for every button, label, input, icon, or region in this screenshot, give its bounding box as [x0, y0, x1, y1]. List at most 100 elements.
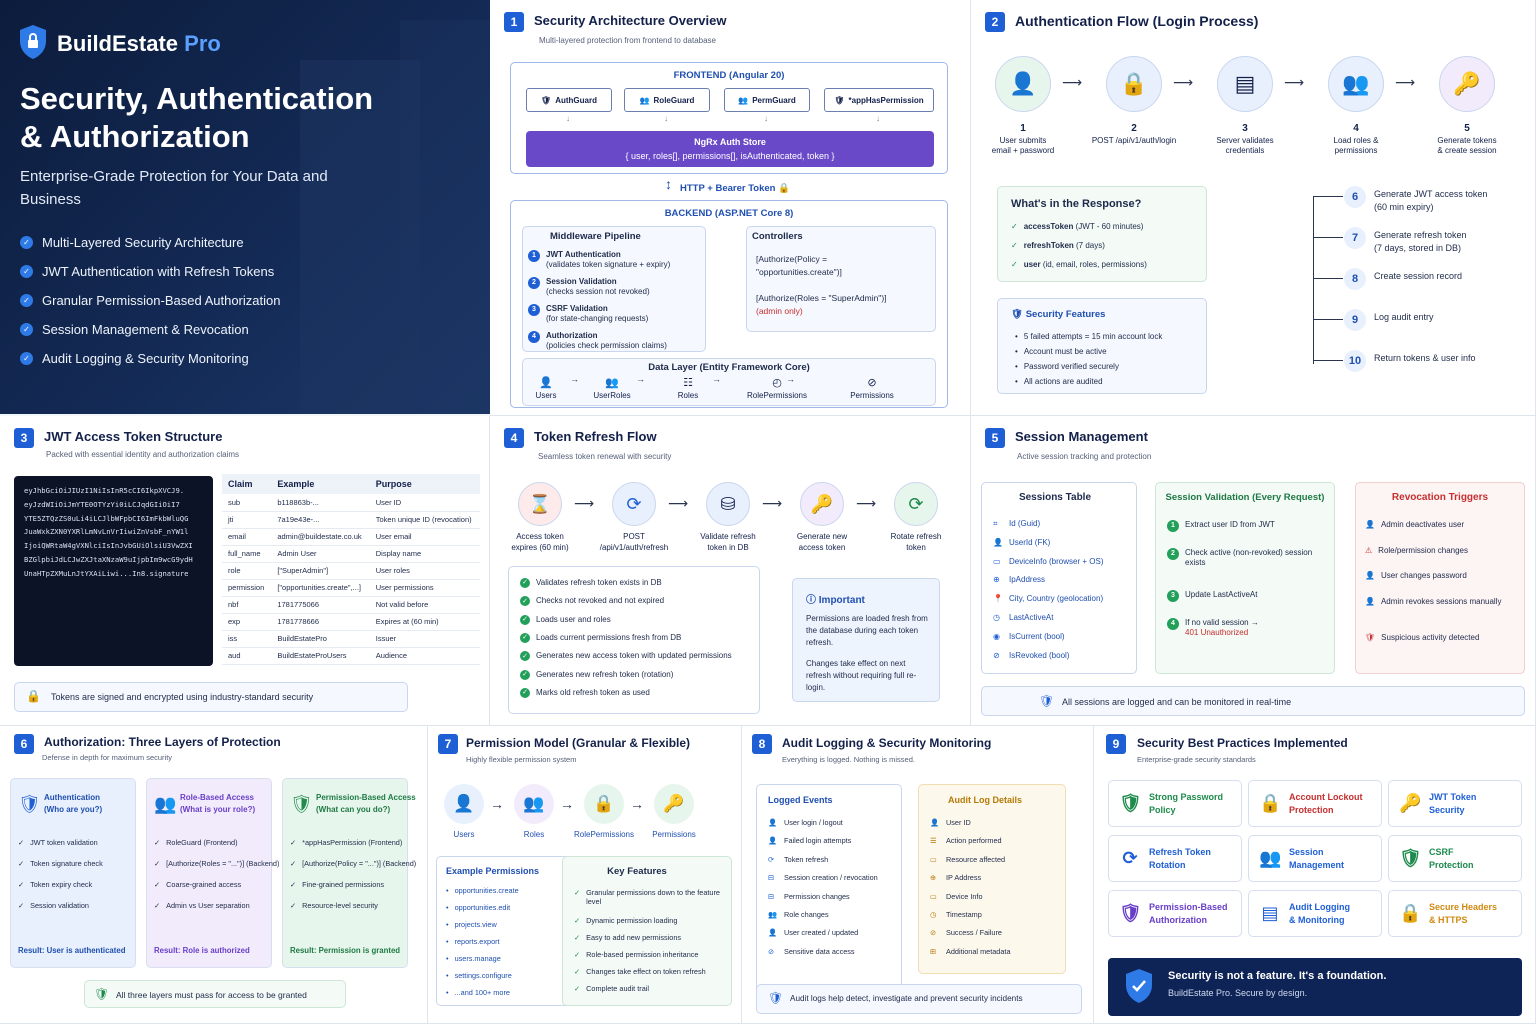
revocation-trigger: 👤 User changes password: [1365, 571, 1467, 580]
table-cell: jti: [222, 511, 272, 529]
layer-title: Authentication (Who are you?): [44, 793, 103, 814]
check-icon: ✓: [290, 859, 297, 868]
logged-event: 👥 Role changes: [768, 910, 829, 919]
best-practice-card: 🔑 JWT Token Security: [1388, 780, 1522, 827]
hero-feature-item: ✓ Multi-Layered Security Architecture: [20, 228, 280, 257]
alert-icon: 🛡: [1365, 633, 1376, 642]
branch-connector: [1313, 319, 1343, 320]
table-cell: Audience: [369, 647, 480, 665]
panel-subtitle: Seamless token renewal with security: [538, 452, 672, 461]
hero-feature-list: ✓ Multi-Layered Security Architecture ✓ JWT…: [20, 228, 280, 373]
controllers-title: Controllers: [752, 231, 803, 242]
chain-icon: 👥: [514, 784, 554, 824]
table-cell: ["opportunities.create",...]: [271, 579, 370, 597]
check-icon: ✓: [1011, 241, 1018, 250]
check-icon: ✓: [574, 933, 581, 942]
entity-icon: ☷: [683, 377, 693, 389]
lock-icon: 🔒: [26, 689, 41, 703]
guard-chip: 🛡 AuthGuard: [526, 88, 612, 112]
chain-icon: 👤: [444, 784, 484, 824]
data-entity: 👥 UserRoles: [582, 376, 642, 402]
panel-number: 3: [14, 428, 34, 448]
refresh-step-label: Generate new access token: [796, 532, 848, 552]
check-icon: ✓: [574, 984, 581, 993]
session-field: 👤 UserId (FK): [993, 537, 1051, 547]
refresh-check-item: ✓ Loads user and roles: [520, 614, 611, 625]
bullet-icon: •: [446, 971, 449, 980]
sessions-table-title: Sessions Table: [1018, 492, 1092, 503]
chain-icon: 🔒: [584, 784, 624, 824]
session-note: All sessions are logged and can be monit…: [1062, 697, 1292, 707]
best-practice-card: ⟳ Refresh Token Rotation: [1108, 835, 1242, 882]
audit-detail: ⊕ IP Address: [930, 873, 982, 883]
best-practice-card: 🛡 Strong Password Policy: [1108, 780, 1242, 827]
layer-item: ✓ Coarse-grained access: [154, 880, 242, 889]
auth-substep: Return tokens & user info: [1374, 353, 1476, 363]
detail-icon: ◷: [930, 910, 937, 919]
chain-icon: 🔑: [654, 784, 694, 824]
bullet-icon: •: [446, 937, 449, 946]
table-cell: User ID: [369, 494, 480, 512]
bullet-icon: •: [1015, 362, 1018, 371]
layer-icon: 👥: [154, 794, 177, 814]
auth-substep: Generate refresh token (7 days, stored in…: [1374, 230, 1467, 253]
right-arrow-icon: ⟶: [668, 495, 689, 511]
panel-title: Permission Model (Granular & Flexible): [466, 736, 691, 750]
panel-security-architecture: 1 Security Architecture Overview Multi-l…: [490, 0, 971, 416]
token-line: IjoiQWRtaW4gVXNlciIsInJvbGUiOlsiU3VwZXI: [24, 541, 193, 551]
alert-icon: 👤: [1365, 571, 1375, 580]
shield-check-icon: 🛡: [1039, 694, 1055, 708]
field-icon: ⊕: [993, 575, 1000, 585]
important-text-1: Permissions are loaded fresh from the da…: [806, 614, 928, 647]
bullet-icon: •: [446, 903, 449, 912]
panel-title: Token Refresh Flow: [534, 429, 657, 444]
token-line: YTE5ZTQzZS0uLi4iLCJlbWFpbCI6ImFkbWluQG: [24, 513, 189, 523]
refresh-check-item: ✓ Checks not revoked and not expired: [520, 596, 664, 607]
check-icon: ✓: [20, 236, 33, 249]
practice-icon: ▤: [1261, 903, 1279, 923]
data-entity: ◴ RolePermissions: [732, 376, 822, 402]
table-cell: User permissions: [369, 579, 480, 597]
best-practice-card: 🛡 Permission-Based Authorization: [1108, 890, 1242, 937]
layer-item: ✓ Resource-level security: [290, 901, 378, 910]
guard-icon: 🛡: [541, 95, 552, 105]
key-feature: ✓ Granular permissions down to the featur…: [574, 888, 720, 907]
check-icon: ✓: [520, 578, 530, 588]
table-row: nbf 1781775066 Not valid before: [222, 596, 480, 614]
check-icon: ✓: [520, 669, 530, 680]
layer-item: ✓ *appHasPermission (Frontend): [290, 838, 403, 847]
example-permissions-box: [436, 856, 576, 1006]
event-icon: 👤: [768, 928, 778, 938]
table-row: sub b118863b-... User ID: [222, 494, 480, 512]
revocation-trigger: 🛡 Suspicious activity detected: [1365, 633, 1480, 642]
detail-icon: ▭: [930, 891, 937, 901]
chain-label: Roles: [523, 830, 545, 839]
audit-note: Audit logs help detect, investigate and …: [790, 994, 1023, 1003]
field-icon: 👤: [993, 537, 1003, 547]
table-row: role ["SuperAdmin"] User roles: [222, 562, 480, 580]
middleware-step: 4 Authorization (policies check permission…: [528, 331, 703, 352]
alert-icon: 👤: [1365, 597, 1375, 606]
entity-icon: 👤: [539, 377, 553, 389]
auth-step-label: 5 Generate tokens & create session: [1437, 123, 1497, 156]
permission-example: • reports.export: [446, 937, 500, 946]
token-line: JuaWxkZXN0YXRlLmNvLnVrIiwiZnVsbF_nYW1l: [24, 527, 189, 537]
table-cell: BuildEstatePro: [271, 630, 370, 648]
refresh-step-icon: 🔑: [800, 482, 844, 526]
chain-label: Permissions: [652, 830, 696, 839]
step-icon: 👥: [1328, 56, 1384, 112]
bullet-icon: •: [1015, 332, 1018, 341]
token-line: eyJhbGciOiJIUzI1NiIsInR5cCI6IkpXVCJ9.: [24, 486, 185, 495]
check-icon: ✓: [18, 880, 25, 889]
check-icon: ✓: [20, 352, 33, 365]
bullet-icon: •: [446, 954, 449, 963]
right-arrow-icon: ⟶: [1062, 74, 1083, 90]
important-text-2: Changes take effect on next refresh with…: [806, 659, 917, 692]
table-row: exp 1781778666 Expires at (60 min): [222, 613, 480, 631]
data-entity: 👤 Users: [516, 376, 576, 402]
table-cell: nbf: [222, 596, 272, 614]
table-cell: iss: [222, 630, 272, 648]
key-features-title: Key Features: [607, 866, 667, 877]
entity-icon: 👥: [605, 377, 619, 389]
session-field: ⊘ IsRevoked (bool): [993, 650, 1070, 660]
